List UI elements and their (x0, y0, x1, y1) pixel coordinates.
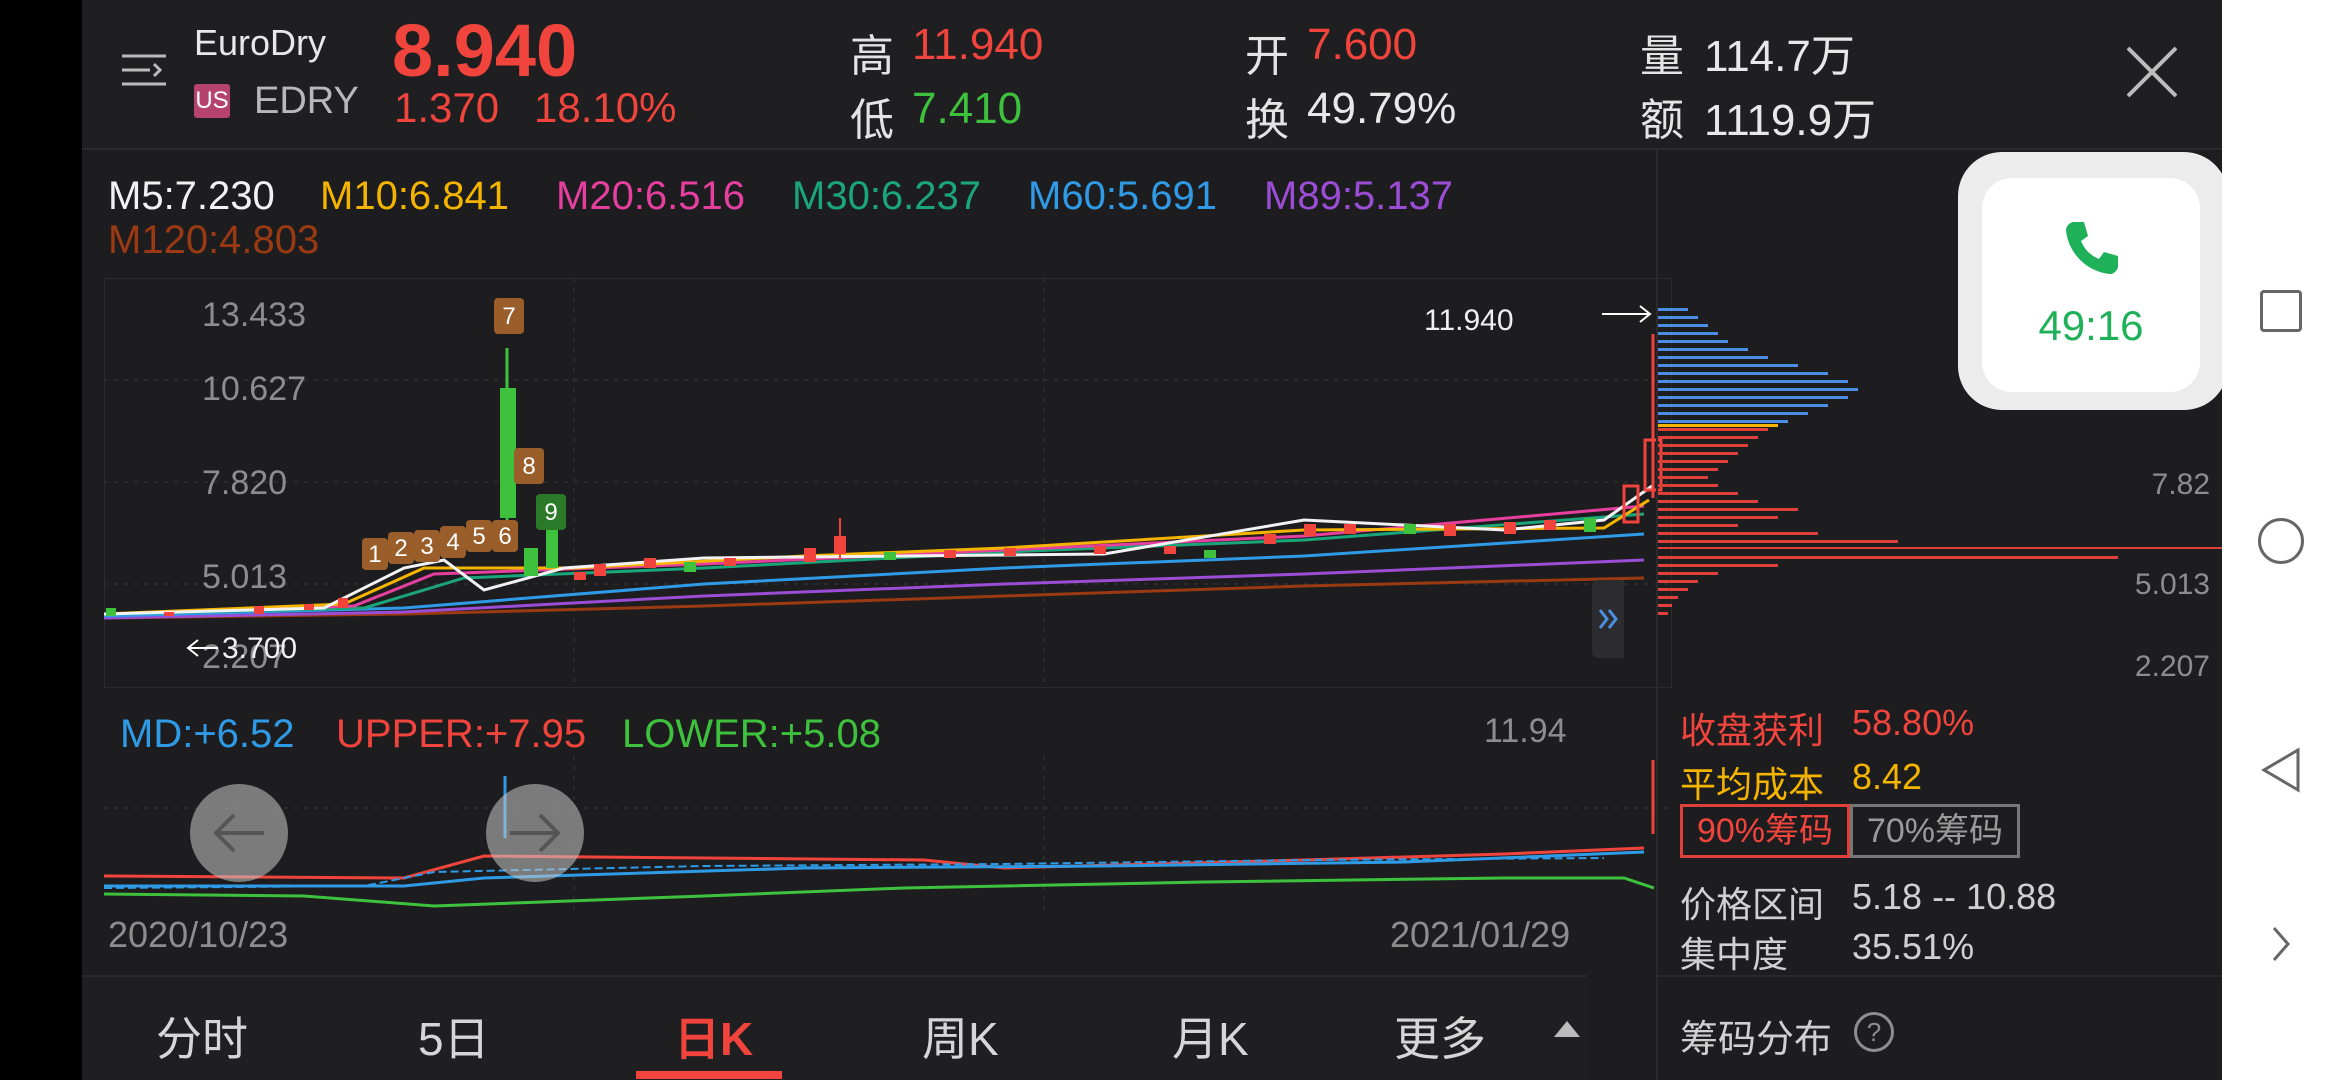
chip-footer-divider (1658, 975, 2222, 977)
avg-cost-value: 8.42 (1852, 756, 1923, 797)
call-widget-inner: 49:16 (1982, 178, 2200, 392)
boll-upper: UPPER:+7.95 (336, 712, 587, 756)
call-widget[interactable]: 49:16 (1958, 152, 2222, 410)
y-tick-4: 5.013 (202, 558, 287, 596)
svg-text:3: 3 (420, 533, 433, 560)
current-price: 8.940 (392, 9, 578, 92)
expand-chip-panel-button[interactable] (1592, 580, 1624, 658)
back-icon[interactable] (2260, 746, 2302, 794)
chip-distribution-title: 筹码分布 (1680, 1019, 1833, 1061)
boll-lower: LOWER:+5.08 (622, 712, 882, 756)
avg-cost-label: 平均成本 (1680, 764, 1825, 805)
tab-intraday[interactable]: 分时 (156, 1003, 248, 1069)
caret-up-icon[interactable] (1552, 1019, 1582, 1039)
ticker: EDRY (254, 80, 359, 122)
boll-lower-line (104, 876, 1655, 908)
period-tabs: 分时 5日 日K 周K 月K 更多 (82, 975, 1587, 1080)
tab-5day[interactable]: 5日 (418, 1003, 490, 1069)
scroll-left-button[interactable] (190, 784, 288, 882)
open-label: 开 (1245, 32, 1289, 81)
turnover-value: 49.79% (1307, 84, 1457, 133)
ma-legend-m5: M5:7.230 (108, 174, 275, 218)
y-tick-1: 13.433 (202, 296, 306, 334)
boll-chart[interactable] (104, 756, 1672, 912)
kline-chart[interactable]: 1 2 3 4 5 6 7 8 9 13.433 10.627 7.820 5.… (104, 278, 1672, 688)
close-icon[interactable] (2122, 42, 2182, 102)
svg-text:2: 2 (394, 535, 407, 562)
quote-header: EuroDry US EDRY 8.940 1.370 18.10% 高 11.… (82, 0, 2222, 150)
amount-label: 额 (1640, 96, 1684, 145)
recent-apps-icon[interactable] (2260, 290, 2302, 332)
price-range-label: 价格区间 (1680, 884, 1825, 925)
ma-legend-m60: M60:5.691 (1028, 174, 1218, 218)
chip-bars-red (1658, 428, 2118, 615)
svg-text:9: 9 (544, 499, 557, 526)
price-change: 1.370 (394, 84, 500, 131)
tab-weekly-k[interactable]: 周K (922, 1003, 999, 1069)
market-badge: US (194, 84, 230, 118)
concentration-value: 35.51% (1852, 926, 1975, 967)
home-icon[interactable] (2258, 518, 2304, 564)
chip-tab-70[interactable]: 70%筹码 (1850, 804, 2020, 858)
chip-y-tick-3: 2.207 (2135, 650, 2210, 683)
boll-max-label: 11.94 (1484, 712, 1567, 750)
chip-tab-90[interactable]: 90%筹码 (1680, 804, 1850, 858)
turnover-label: 换 (1245, 96, 1289, 145)
svg-text:6: 6 (498, 523, 511, 550)
date-end: 2021/01/29 (1390, 914, 1571, 955)
tab-daily-k[interactable]: 日K (674, 1003, 753, 1069)
ma-legend-m120: M120:4.803 (108, 218, 320, 262)
call-timer: 49:16 (2038, 302, 2144, 349)
svg-text:5: 5 (472, 523, 485, 550)
ma-legend-m20: M20:6.516 (556, 174, 746, 218)
active-tab-indicator (636, 1071, 782, 1079)
svg-text:7: 7 (502, 303, 515, 330)
price-change-pct: 18.10% (534, 84, 677, 131)
low-marker: 3.700 (222, 632, 297, 665)
chevron-right-icon[interactable] (2270, 924, 2292, 964)
profit-value: 58.80% (1852, 702, 1975, 743)
y-tick-3: 7.820 (202, 464, 287, 502)
stock-app: EuroDry US EDRY 8.940 1.370 18.10% 高 11.… (82, 0, 2222, 1080)
y-tick-2: 10.627 (202, 370, 306, 408)
menu-icon[interactable] (120, 46, 168, 94)
high-marker: 11.940 (1424, 304, 1514, 337)
chip-y-tick-1: 7.82 (2152, 468, 2210, 501)
chip-y-tick-2: 5.013 (2135, 568, 2210, 601)
low-value: 7.410 (912, 84, 1023, 133)
high-value: 11.940 (912, 20, 1044, 69)
scroll-right-button[interactable] (486, 784, 584, 882)
volume-value: 114.7万 (1704, 32, 1855, 81)
volume-label: 量 (1640, 32, 1684, 81)
concentration-label: 集中度 (1680, 934, 1789, 975)
stock-name: EuroDry (194, 22, 327, 63)
boll-md: MD:+6.52 (120, 712, 295, 756)
tab-more[interactable]: 更多 (1394, 1003, 1486, 1069)
svg-text:1: 1 (368, 541, 381, 568)
ma-legend-m10: M10:6.841 (320, 174, 510, 218)
profit-label: 收盘获利 (1680, 710, 1825, 751)
open-value: 7.600 (1307, 20, 1418, 69)
low-label: 低 (850, 96, 894, 145)
tab-monthly-k[interactable]: 月K (1172, 1003, 1249, 1069)
date-start: 2020/10/23 (108, 914, 289, 955)
price-range-value: 5.18 -- 10.88 (1852, 876, 2057, 917)
phone-icon (2060, 216, 2124, 280)
help-icon[interactable]: ? (1854, 1012, 1894, 1052)
high-label: 高 (850, 32, 894, 81)
svg-text:4: 4 (446, 529, 459, 556)
svg-text:8: 8 (522, 453, 535, 480)
ma-legend-m30: M30:6.237 (792, 174, 982, 218)
ma-legend-m89: M89:5.137 (1264, 174, 1454, 218)
system-nav-bar (2222, 0, 2340, 1080)
chip-bars-blue (1658, 308, 1858, 423)
amount-value: 1119.9万 (1704, 96, 1877, 145)
